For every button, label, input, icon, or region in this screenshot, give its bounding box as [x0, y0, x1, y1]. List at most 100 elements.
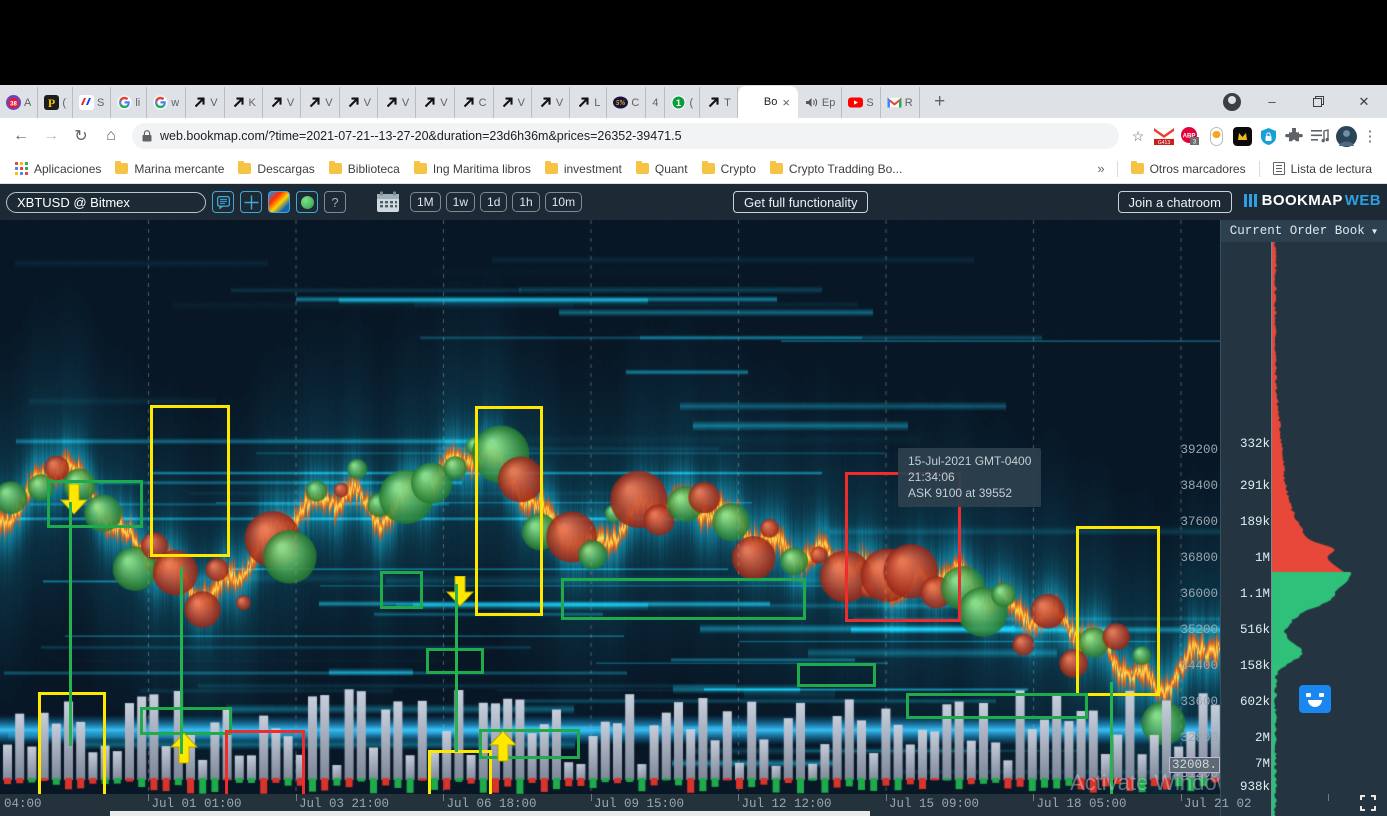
back-button[interactable]: ← — [6, 121, 36, 151]
green-box-7[interactable] — [797, 663, 876, 687]
browser-tab-16[interactable]: 5%C — [607, 87, 646, 118]
horizontal-scrollbar-track[interactable] — [110, 811, 870, 816]
bookmark-item[interactable]: Ing Maritima libros — [407, 159, 538, 179]
browser-tab-8[interactable]: V — [301, 87, 339, 118]
yellow-arrow-up-2[interactable] — [489, 731, 517, 767]
media-list-extension-icon[interactable] — [1307, 123, 1333, 149]
browser-tab-12[interactable]: C — [455, 87, 494, 118]
timeframe-10m[interactable]: 10m — [545, 192, 582, 212]
green-line-2[interactable] — [180, 567, 183, 754]
browser-tab-10[interactable]: V — [378, 87, 416, 118]
browser-tab-0[interactable]: 38A — [0, 87, 38, 118]
bookmark-item[interactable]: Crypto — [695, 159, 763, 179]
minimize-button[interactable]: – — [1249, 85, 1295, 118]
timeframe-1M[interactable]: 1M — [410, 192, 441, 212]
timeframe-1w[interactable]: 1w — [446, 192, 475, 212]
close-window-button[interactable]: ✕ — [1341, 85, 1387, 118]
fullscreen-icon[interactable] — [1360, 795, 1376, 811]
chevron-down-icon[interactable]: ▾ — [1371, 223, 1379, 239]
get-full-functionality-button[interactable]: Get full functionality — [733, 191, 868, 213]
order-book-size-label: 332k — [1240, 437, 1270, 451]
heatmap-icon[interactable] — [268, 191, 290, 213]
green-line-1[interactable] — [69, 502, 72, 746]
timeframe-1d[interactable]: 1d — [480, 192, 507, 212]
browser-tab-6[interactable]: K — [225, 87, 263, 118]
order-book-panel: Current Order Book ▾ 332k291k189k1M1.1M5… — [1220, 220, 1387, 816]
calendar-icon[interactable] — [376, 191, 400, 213]
bookmark-item[interactable]: Descargas — [231, 159, 321, 179]
profile-avatar-icon[interactable] — [1333, 123, 1359, 149]
bookmark-reading-list[interactable]: Lista de lectura — [1266, 159, 1379, 179]
bookmark-item[interactable]: Biblioteca — [322, 159, 407, 179]
crosshair-icon[interactable] — [240, 191, 262, 213]
bookmark-item[interactable]: Aplicaciones — [8, 159, 108, 179]
bookmark-item[interactable]: Marina mercante — [108, 159, 231, 179]
browser-tab-3[interactable]: li — [111, 87, 147, 118]
browser-tab-active[interactable]: Bo× — [738, 86, 798, 118]
bookmark-star-icon[interactable]: ☆ — [1125, 123, 1151, 149]
browser-tab-7[interactable]: V — [263, 87, 301, 118]
green-box-6[interactable] — [561, 578, 806, 620]
green-box-8[interactable] — [906, 693, 1088, 719]
chat-widget-icon[interactable] — [1299, 685, 1331, 713]
bookmark-item[interactable]: investment — [538, 159, 629, 179]
browser-tab-15[interactable]: L — [570, 87, 607, 118]
puzzle-extensions-icon[interactable] — [1281, 123, 1307, 149]
browser-tab-19[interactable]: T — [700, 87, 738, 118]
browser-tab-11[interactable]: V — [416, 87, 454, 118]
pill-extension-icon[interactable] — [1203, 123, 1229, 149]
notes-icon[interactable] — [212, 191, 234, 213]
new-tab-button[interactable]: + — [926, 88, 954, 116]
browser-tab-13[interactable]: V — [494, 87, 532, 118]
browser-tab-2[interactable]: S — [73, 87, 111, 118]
adblock-extension-icon[interactable]: ABP 3 — [1177, 123, 1203, 149]
browser-tab-4[interactable]: w — [147, 87, 186, 118]
tab-label: li — [135, 97, 140, 109]
folder-icon — [329, 163, 342, 174]
yellow-box-5[interactable] — [1076, 526, 1160, 696]
forward-button[interactable]: → — [36, 121, 66, 151]
green-box-3[interactable] — [140, 707, 232, 735]
browser-tab-21[interactable]: Ep — [798, 87, 842, 118]
chart-area[interactable]: 15-Jul-2021 GMT-0400 21:34:06 ASK 9100 a… — [0, 220, 1387, 816]
vpn-extension-icon[interactable] — [1255, 123, 1281, 149]
bookmark-item[interactable]: Quant — [629, 159, 695, 179]
symbol-input[interactable] — [6, 192, 206, 213]
bookmarks-overflow-button[interactable]: » — [1091, 158, 1110, 179]
bubbles-icon[interactable] — [296, 191, 318, 213]
join-chatroom-button[interactable]: Join a chatroom — [1118, 191, 1233, 213]
yellow-arrow-down-1[interactable] — [60, 484, 88, 520]
browser-tab-1[interactable]: P( — [38, 87, 73, 118]
address-bar[interactable]: web.bookmap.com/?time=2021-07-21--13-27-… — [132, 123, 1119, 149]
folder-icon — [770, 163, 783, 174]
browser-tab-17[interactable]: 4 — [646, 87, 665, 118]
yellow-box-1[interactable] — [150, 405, 230, 557]
browser-tab-18[interactable]: 1( — [665, 87, 700, 118]
green-box-2[interactable] — [380, 571, 423, 609]
yellow-arrow-up-1[interactable] — [170, 733, 198, 769]
folder-icon — [238, 163, 251, 174]
browser-tab-23[interactable]: R — [881, 87, 920, 118]
timeframe-1h[interactable]: 1h — [512, 192, 539, 212]
gmail-extension-icon[interactable]: G413 — [1151, 123, 1177, 149]
browser-tab-14[interactable]: V — [532, 87, 570, 118]
tab-close-icon[interactable]: × — [782, 95, 790, 110]
order-book-header[interactable]: Current Order Book ▾ — [1221, 220, 1387, 242]
home-button[interactable]: ⌂ — [96, 121, 126, 151]
browser-tab-22[interactable]: S — [842, 87, 880, 118]
crypto-wallet-extension-icon[interactable] — [1229, 123, 1255, 149]
bookmark-other-bookmarks[interactable]: Otros marcadores — [1124, 159, 1253, 179]
bookmark-item[interactable]: Crypto Tradding Bo... — [763, 159, 909, 179]
maximize-button[interactable] — [1295, 85, 1341, 118]
browser-tab-9[interactable]: V — [340, 87, 378, 118]
price-tick-label: 37600 — [1180, 515, 1218, 529]
yellow-box-2[interactable] — [475, 406, 543, 616]
help-icon[interactable]: ? — [324, 191, 346, 213]
yellow-arrow-down-2[interactable] — [446, 576, 474, 612]
green-line-3[interactable] — [455, 584, 458, 752]
browser-tab-5[interactable]: V — [186, 87, 224, 118]
price-axis[interactable]: 3920038400376003680036000352003440033600… — [1170, 220, 1220, 816]
browser-profile-button[interactable] — [1215, 85, 1249, 118]
reload-button[interactable]: ↻ — [66, 121, 96, 151]
browser-menu-button[interactable]: ⋮ — [1359, 123, 1381, 149]
